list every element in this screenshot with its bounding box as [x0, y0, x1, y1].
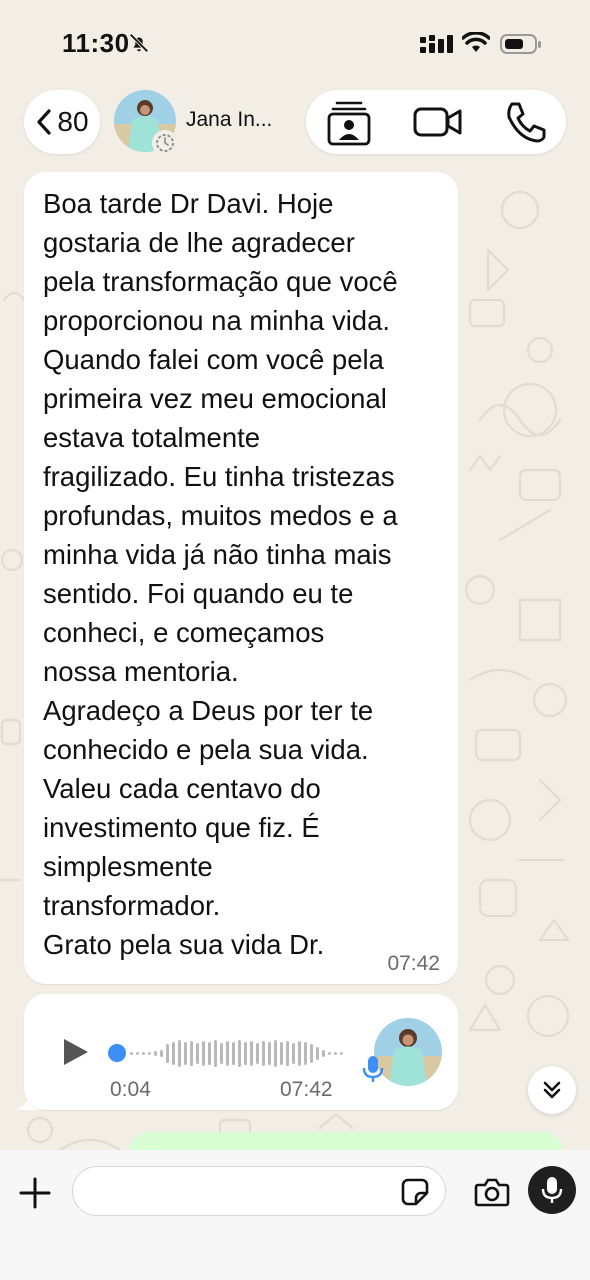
status-ring-icon — [152, 130, 178, 156]
message-timestamp: 07:42 — [387, 952, 440, 975]
battery-icon — [500, 34, 541, 54]
microphone-icon — [541, 1177, 563, 1203]
microphone-badge-icon — [362, 1056, 384, 1082]
voice-message-bubble[interactable]: 0:04 07:42 — [24, 994, 458, 1110]
voice-waveform[interactable] — [108, 1036, 348, 1070]
video-call-icon[interactable] — [412, 98, 464, 146]
status-time: 11:30 — [62, 28, 130, 58]
status-bar: 11:30 — [0, 0, 590, 80]
cellular-signal-icon — [420, 35, 453, 53]
contact-name[interactable]: Jana In... — [186, 108, 272, 132]
contact-card-icon[interactable] — [326, 98, 372, 146]
back-button[interactable]: 80 — [24, 90, 100, 154]
play-icon[interactable] — [62, 1036, 90, 1068]
chevron-left-icon — [37, 109, 52, 135]
camera-icon[interactable] — [474, 1176, 510, 1208]
record-voice-button[interactable] — [528, 1166, 576, 1214]
compose-bar — [0, 1150, 590, 1280]
message-input[interactable] — [72, 1166, 446, 1216]
message-text: Boa tarde Dr Davi. Hoje gostaria de lhe … — [43, 188, 398, 960]
wifi-icon — [462, 32, 490, 52]
avatar-photo — [374, 1018, 442, 1086]
voice-sender-avatar — [374, 1018, 442, 1086]
unread-count: 80 — [57, 106, 89, 137]
voice-timestamp: 07:42 — [280, 1078, 333, 1101]
voice-call-icon[interactable] — [502, 98, 546, 146]
sticker-icon[interactable] — [400, 1177, 430, 1207]
header-actions — [306, 90, 566, 154]
scroll-to-bottom-button[interactable] — [528, 1066, 576, 1114]
bell-slash-icon — [129, 33, 149, 53]
plus-icon[interactable] — [16, 1174, 54, 1212]
voice-duration: 0:04 — [110, 1078, 151, 1101]
incoming-message-bubble[interactable]: Boa tarde Dr Davi. Hoje gostaria de lhe … — [24, 172, 458, 984]
double-chevron-down-icon — [543, 1081, 561, 1099]
playback-position-dot — [108, 1044, 126, 1062]
